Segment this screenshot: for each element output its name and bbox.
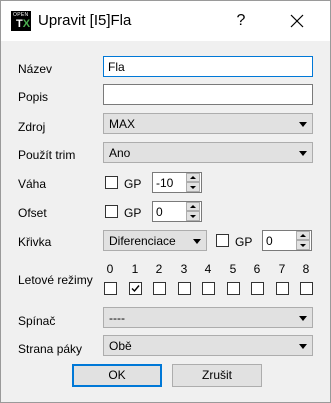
- flight-mode-checkbox[interactable]: [153, 282, 166, 295]
- curve-label: Křivka: [18, 235, 52, 249]
- chevron-down-icon: [299, 122, 307, 127]
- flight-mode-checkbox[interactable]: [104, 282, 117, 295]
- use-trim-select-value: Ano: [109, 146, 131, 160]
- close-icon: [290, 14, 304, 28]
- offset-decrement-button[interactable]: [186, 211, 200, 221]
- flight-mode-checkbox[interactable]: [178, 282, 191, 295]
- help-button[interactable]: ?: [227, 7, 255, 35]
- offset-spinbox[interactable]: 0: [152, 201, 202, 222]
- flight-mode-checkbox[interactable]: [251, 282, 264, 295]
- chevron-down-icon: [299, 151, 307, 156]
- curve-value: 0: [266, 234, 273, 248]
- flight-mode-number: 1: [131, 262, 139, 276]
- offset-gp-label: GP: [124, 206, 142, 220]
- weight-gp-checkbox[interactable]: [105, 176, 118, 189]
- switch-label: Spínač: [18, 314, 56, 328]
- source-select[interactable]: MAX: [103, 113, 313, 134]
- flight-mode-number: 8: [302, 262, 310, 276]
- flight-mode-number: 6: [253, 262, 261, 276]
- curve-spinbox[interactable]: 0: [262, 230, 312, 251]
- flight-mode-number: 2: [155, 262, 163, 276]
- window-title: Upravit [I5]Fla: [38, 12, 132, 29]
- flight-mode-checkbox[interactable]: [129, 282, 142, 295]
- checkmark-icon: [131, 285, 140, 293]
- curve-decrement-button[interactable]: [296, 240, 310, 250]
- flight-mode-number: 4: [204, 262, 212, 276]
- edit-mix-dialog: OPEN TX Upravit [I5]Fla ? Název Popis Zd…: [0, 0, 331, 403]
- curve-gp-checkbox[interactable]: [216, 234, 229, 247]
- offset-value: 0: [156, 205, 163, 219]
- cancel-button[interactable]: Zrušit: [172, 364, 262, 387]
- flight-mode-number: 5: [229, 262, 237, 276]
- flight-mode-number: 3: [180, 262, 188, 276]
- flight-mode-checkbox[interactable]: [300, 282, 313, 295]
- stick-side-label: Strana páky: [18, 342, 83, 356]
- chevron-down-icon: [299, 344, 307, 349]
- weight-spinbox[interactable]: -10: [152, 172, 202, 193]
- weight-gp-label: GP: [124, 177, 142, 191]
- name-label: Název: [18, 62, 53, 76]
- weight-increment-button[interactable]: [186, 173, 200, 182]
- switch-select[interactable]: ----: [103, 307, 313, 328]
- flight-mode-number: 7: [278, 262, 286, 276]
- stick-side-select-value: Obě: [109, 339, 132, 353]
- chevron-down-icon: [299, 316, 307, 321]
- use-trim-select[interactable]: Ano: [103, 142, 313, 163]
- use-trim-label: Použít trim: [18, 148, 76, 162]
- close-button[interactable]: [279, 5, 315, 37]
- description-input[interactable]: [103, 84, 313, 105]
- flight-mode-checkbox[interactable]: [227, 282, 240, 295]
- offset-label: Ofset: [18, 206, 47, 220]
- curve-type-select[interactable]: Diferenciace: [103, 230, 207, 251]
- curve-increment-button[interactable]: [296, 231, 310, 240]
- weight-label: Váha: [18, 177, 47, 191]
- opentx-logo-icon: OPEN TX: [11, 11, 31, 31]
- curve-gp-label: GP: [235, 235, 253, 249]
- chevron-down-icon: [193, 239, 201, 244]
- source-select-value: MAX: [109, 117, 136, 131]
- title-bar: OPEN TX Upravit [I5]Fla ?: [1, 1, 330, 41]
- flight-mode-checkbox[interactable]: [202, 282, 215, 295]
- stick-side-select[interactable]: Obě: [103, 335, 313, 356]
- flight-mode-checkbox[interactable]: [276, 282, 289, 295]
- offset-increment-button[interactable]: [186, 202, 200, 211]
- logo-text-tx: TX: [16, 18, 31, 30]
- weight-decrement-button[interactable]: [186, 182, 200, 192]
- switch-select-value: ----: [109, 311, 125, 325]
- source-label: Zdroj: [18, 120, 46, 134]
- description-label: Popis: [18, 90, 49, 104]
- offset-gp-checkbox[interactable]: [105, 205, 118, 218]
- flight-modes-label: Letové režimy: [18, 273, 93, 287]
- name-input[interactable]: [103, 56, 313, 77]
- flight-mode-number: 0: [106, 262, 114, 276]
- weight-value: -10: [156, 176, 174, 190]
- ok-button[interactable]: OK: [72, 364, 162, 387]
- curve-type-value: Diferenciace: [109, 234, 176, 248]
